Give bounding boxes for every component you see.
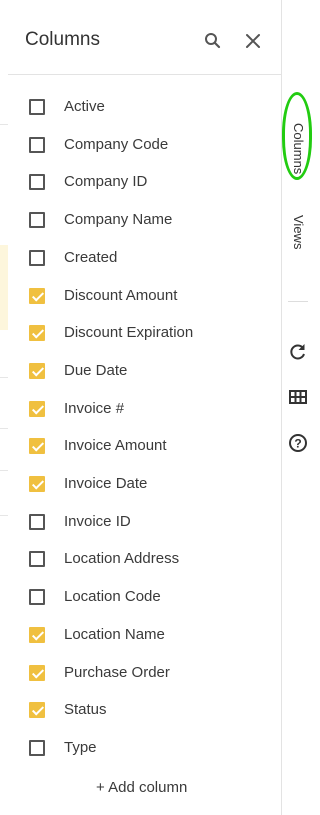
- svg-text:?: ?: [294, 437, 301, 451]
- column-checkbox[interactable]: [29, 739, 45, 756]
- column-label: Type: [64, 738, 97, 756]
- tab-views[interactable]: Views: [282, 205, 318, 265]
- search-icon[interactable]: [202, 30, 224, 52]
- column-label: Created: [64, 248, 118, 266]
- column-checkbox[interactable]: [29, 513, 45, 530]
- column-checkbox[interactable]: [29, 438, 45, 455]
- column-label: Location Code: [64, 588, 161, 606]
- grid-row-divider: [0, 428, 8, 429]
- column-item[interactable]: Created: [8, 241, 281, 277]
- column-checkbox[interactable]: [29, 664, 45, 681]
- column-label: Location Address: [64, 550, 180, 568]
- column-label: Purchase Order: [64, 663, 170, 681]
- panel-header: Columns: [8, 0, 281, 75]
- column-label: Company Name: [64, 211, 173, 229]
- column-checkbox[interactable]: [29, 589, 45, 606]
- column-item[interactable]: Invoice ID: [8, 505, 281, 541]
- column-item[interactable]: Location Code: [8, 580, 281, 616]
- refresh-icon[interactable]: [287, 341, 309, 363]
- column-checkbox[interactable]: [29, 325, 45, 342]
- column-checkbox[interactable]: [29, 212, 45, 229]
- column-item[interactable]: Company Code: [8, 128, 281, 164]
- rail-divider: [288, 301, 308, 302]
- column-checkbox[interactable]: [29, 551, 45, 568]
- column-checkbox[interactable]: [29, 174, 45, 191]
- column-checkbox[interactable]: [29, 136, 45, 153]
- column-label: Invoice Amount: [64, 437, 167, 455]
- column-label: Status: [64, 701, 107, 719]
- column-label: Invoice #: [64, 399, 125, 417]
- column-checkbox[interactable]: [29, 476, 45, 492]
- side-rail: Columns Views ?: [282, 0, 318, 815]
- columns-panel: Columns Active Company Code Company ID Comp…: [8, 0, 282, 815]
- column-item[interactable]: Active: [8, 90, 281, 126]
- column-label: Company ID: [64, 173, 148, 191]
- column-item[interactable]: Status: [8, 693, 281, 729]
- column-label: Invoice ID: [64, 512, 131, 530]
- column-label: Discount Amount: [64, 286, 178, 304]
- column-checkbox[interactable]: [29, 249, 45, 266]
- column-label: Discount Expiration: [64, 324, 194, 342]
- column-item[interactable]: Location Address: [8, 542, 281, 578]
- column-item[interactable]: Invoice Date: [8, 467, 281, 503]
- column-checkbox[interactable]: [29, 400, 45, 417]
- highlighted-row: [0, 245, 8, 330]
- column-label: Active: [64, 98, 105, 115]
- column-label: Due Date: [64, 361, 128, 379]
- help-icon[interactable]: ?: [287, 432, 309, 454]
- add-column-button[interactable]: + Add column: [96, 779, 187, 796]
- grid-row-divider: [0, 470, 8, 471]
- column-checkbox[interactable]: [29, 287, 45, 304]
- grid-row-divider: [0, 515, 8, 516]
- column-checkbox[interactable]: [29, 362, 45, 379]
- panel-title: Columns: [25, 29, 100, 50]
- column-item[interactable]: Due Date: [8, 354, 281, 390]
- column-item[interactable]: Invoice Amount: [8, 429, 281, 465]
- grid-row-divider: [0, 124, 8, 125]
- column-item[interactable]: Invoice #: [8, 392, 281, 428]
- grid-icon[interactable]: [287, 386, 309, 408]
- column-label: Location Name: [64, 625, 165, 643]
- grid-row-divider: [0, 377, 8, 378]
- column-item[interactable]: Company ID: [8, 165, 281, 201]
- tab-views-label: Views: [291, 215, 306, 250]
- column-checkbox[interactable]: [29, 702, 45, 719]
- column-item[interactable]: Purchase Order: [8, 656, 281, 692]
- column-label: Company Code: [64, 135, 169, 153]
- column-label: Invoice Date: [64, 475, 148, 492]
- column-checkbox[interactable]: [29, 626, 45, 643]
- column-checkbox[interactable]: [29, 99, 45, 115]
- column-item[interactable]: Company Name: [8, 203, 281, 239]
- column-item[interactable]: Discount Expiration: [8, 316, 281, 352]
- column-item[interactable]: Discount Amount: [8, 279, 281, 315]
- close-icon[interactable]: [242, 30, 264, 52]
- column-item[interactable]: Type: [8, 731, 281, 767]
- highlight-ring: [282, 92, 312, 180]
- column-item[interactable]: Location Name: [8, 618, 281, 654]
